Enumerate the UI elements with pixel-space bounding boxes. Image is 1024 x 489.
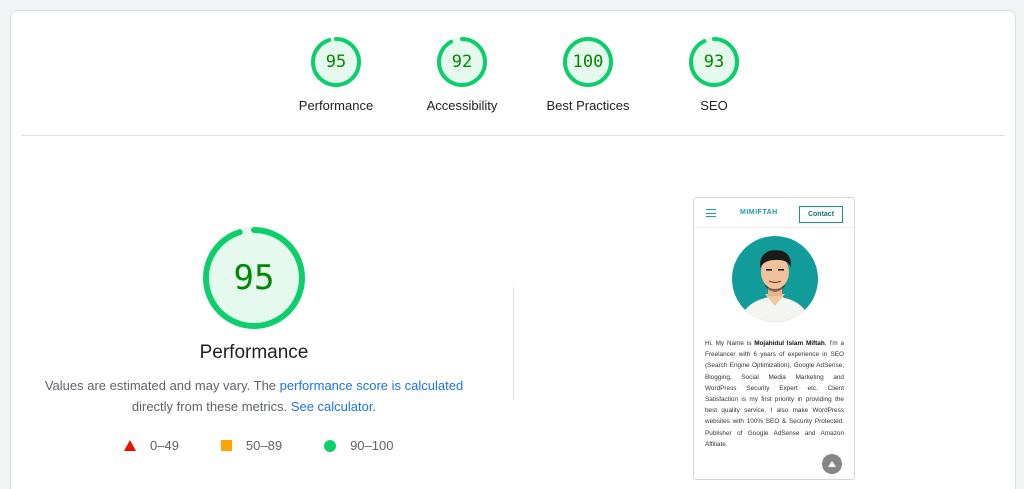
desc-text: . (372, 399, 377, 414)
legend-average: 50–89 (220, 438, 283, 453)
intro-text-part: . I'm a Freelancer with 6 years of exper… (705, 340, 845, 448)
legend-pass: 90–100 (324, 438, 393, 453)
site-logo: MIMIFTAH (740, 209, 778, 216)
gauge-score: 93 (703, 52, 725, 72)
gauge-score: 95 (325, 52, 347, 72)
hamburger-icon (706, 209, 716, 217)
score-legend: 0–49 50–89 90–100 (124, 438, 435, 453)
square-icon (220, 440, 232, 451)
intro-text-part: Hi, My Name is (705, 340, 755, 347)
gauge-label: Performance (298, 98, 374, 113)
gauge-performance[interactable]: 95 Performance (273, 36, 399, 113)
gauge-seo[interactable]: 93 SEO (651, 36, 777, 113)
score-ring: 93 (688, 36, 740, 88)
gauge-label: SEO (700, 98, 728, 113)
section-divider (21, 135, 1005, 136)
intro-name: Mojahidul Islam Miftah (754, 340, 825, 347)
desc-text: Values are estimated and may vary. The (44, 378, 280, 393)
gauge-label: Accessibility (426, 98, 498, 113)
gauge-score: 100 (572, 52, 604, 72)
gauge-best-practices[interactable]: 100 Best Practices (525, 36, 651, 113)
performance-score: 95 (233, 258, 275, 298)
report-card: 95 Performance 92 Accessibility 100 Best… (10, 10, 1016, 489)
score-ring: 100 (562, 36, 614, 88)
legend-fail: 0–49 (124, 438, 179, 453)
gauge-accessibility[interactable]: 92 Accessibility (399, 36, 525, 113)
legend-label: 90–100 (350, 438, 394, 453)
vertical-divider (513, 287, 514, 399)
performance-gauge: 95 (201, 225, 307, 331)
triangle-icon (124, 440, 136, 451)
avatar (732, 236, 818, 322)
intro-text: Hi, My Name is Mojahidul Islam Miftah. I… (705, 338, 844, 450)
category-gauges: 95 Performance 92 Accessibility 100 Best… (273, 36, 777, 113)
legend-label: 50–89 (245, 438, 283, 453)
arrow-up-icon (822, 454, 842, 474)
see-calculator-link[interactable]: See calculator (291, 399, 373, 414)
gauge-label: Best Practices (546, 98, 630, 113)
circle-icon (324, 439, 337, 452)
legend-label: 0–49 (150, 438, 179, 453)
desc-text: directly from these metrics. (131, 399, 291, 414)
gauge-score: 92 (451, 52, 473, 72)
contact-button: Contact (799, 206, 843, 223)
score-ring: 95 (310, 36, 362, 88)
performance-title: Performance (199, 342, 309, 363)
page-screenshot: MIMIFTAH Contact Hi, My Name is Mojahidu… (693, 197, 855, 480)
score-ring: 92 (436, 36, 488, 88)
screenshot-header: MIMIFTAH Contact (694, 198, 854, 228)
performance-description: Values are estimated and may vary. The p… (31, 375, 477, 417)
score-calculated-link[interactable]: performance score is calculated (280, 378, 464, 393)
